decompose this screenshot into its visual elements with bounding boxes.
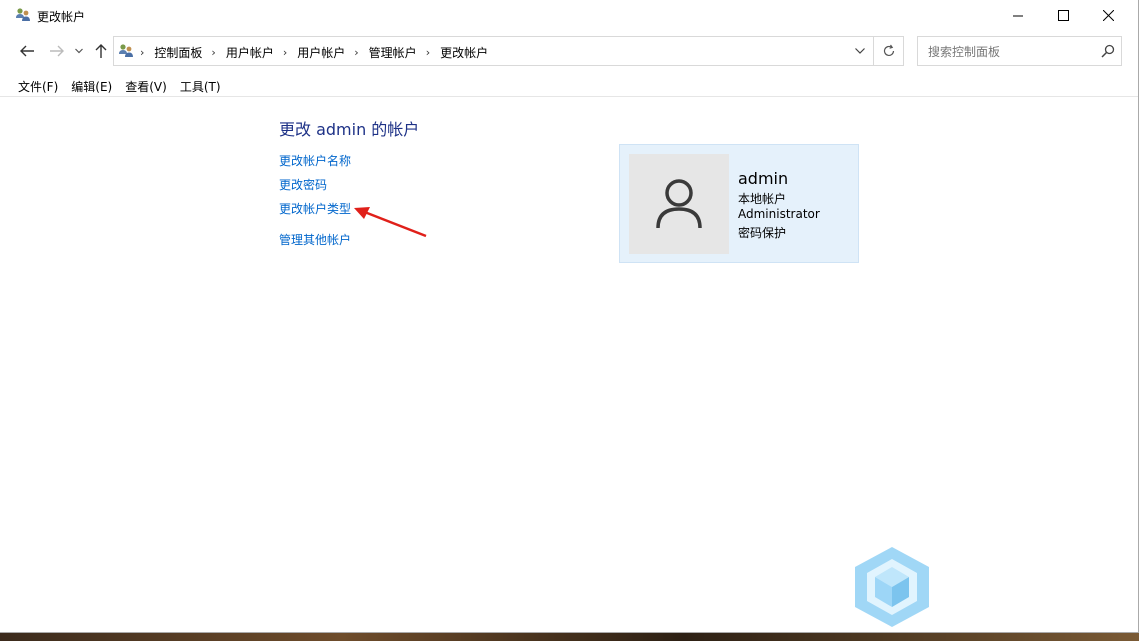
breadcrumb: › 控制面板 › 用户帐户 › 用户帐户 › 管理帐户 › 更改帐户	[140, 44, 488, 61]
breadcrumb-separator: ›	[425, 46, 431, 59]
change-password-link[interactable]: 更改密码	[279, 176, 327, 193]
breadcrumb-item[interactable]: 管理帐户	[369, 44, 417, 61]
account-name: admin	[738, 169, 789, 188]
close-button[interactable]	[1085, 0, 1131, 31]
maximize-button[interactable]	[1040, 0, 1086, 31]
breadcrumb-separator: ›	[354, 46, 359, 59]
arrow-up-icon	[95, 44, 107, 58]
minimize-button[interactable]	[995, 0, 1041, 31]
search-icon	[1101, 44, 1115, 58]
account-card: admin 本地帐户 Administrator 密码保护	[619, 144, 859, 263]
change-account-name-link[interactable]: 更改帐户名称	[279, 152, 351, 169]
menu-bar: 文件(F) 编辑(E) 查看(V) 工具(T)	[0, 75, 229, 95]
close-icon	[1102, 10, 1114, 21]
refresh-button[interactable]	[873, 37, 904, 65]
change-account-type-link[interactable]: 更改帐户类型	[279, 200, 351, 217]
menu-tools[interactable]: 工具(T)	[177, 75, 229, 95]
arrow-left-icon	[20, 45, 34, 57]
search-input[interactable]	[926, 42, 1100, 62]
user-accounts-icon	[119, 44, 133, 57]
arrow-right-icon	[50, 45, 64, 57]
chevron-down-icon	[855, 48, 865, 54]
desktop-wallpaper-bottom	[0, 633, 1139, 641]
menu-divider	[0, 96, 1138, 97]
search-box[interactable]	[917, 36, 1122, 66]
refresh-icon	[883, 44, 895, 57]
breadcrumb-item-current[interactable]: 更改帐户	[440, 44, 488, 61]
user-accounts-icon	[16, 8, 30, 21]
breadcrumb-separator: ›	[282, 46, 288, 59]
maximize-icon	[1057, 10, 1069, 21]
back-button[interactable]	[18, 42, 36, 60]
address-dropdown-button[interactable]	[847, 37, 873, 65]
page-title: 更改 admin 的帐户	[279, 120, 420, 139]
address-bar[interactable]: › 控制面板 › 用户帐户 › 用户帐户 › 管理帐户 › 更改帐户	[113, 36, 904, 66]
chevron-down-icon	[75, 48, 83, 54]
annotation-arrow-icon	[354, 207, 427, 238]
breadcrumb-separator: ›	[211, 46, 216, 59]
up-button[interactable]	[92, 42, 110, 60]
manage-other-accounts-link[interactable]: 管理其他帐户	[279, 231, 351, 248]
window-title: 更改帐户	[37, 10, 86, 24]
menu-view[interactable]: 查看(V)	[122, 75, 175, 95]
user-icon	[656, 179, 702, 229]
menu-edit[interactable]: 编辑(E)	[68, 75, 120, 95]
control-panel-window: 更改帐户 › 控制面板 › 用户帐户 › 用户帐户 › 管理帐户 › 更改帐户 …	[0, 0, 1139, 633]
forward-button[interactable]	[48, 42, 66, 60]
breadcrumb-item[interactable]: 用户帐户	[226, 44, 274, 61]
account-type-local: 本地帐户	[738, 192, 787, 206]
avatar	[629, 154, 729, 254]
cube-logo-icon	[855, 547, 929, 627]
breadcrumb-item[interactable]: 用户帐户	[297, 44, 345, 61]
breadcrumb-separator: ›	[140, 46, 145, 59]
recent-locations-button[interactable]	[72, 42, 86, 60]
minimize-icon	[1013, 15, 1023, 16]
account-password-status: 密码保护	[738, 226, 787, 240]
account-group: Administrator	[738, 207, 820, 221]
title-bar[interactable]: 更改帐户	[0, 0, 1138, 31]
breadcrumb-item[interactable]: 控制面板	[154, 44, 202, 61]
menu-file[interactable]: 文件(F)	[0, 75, 66, 95]
